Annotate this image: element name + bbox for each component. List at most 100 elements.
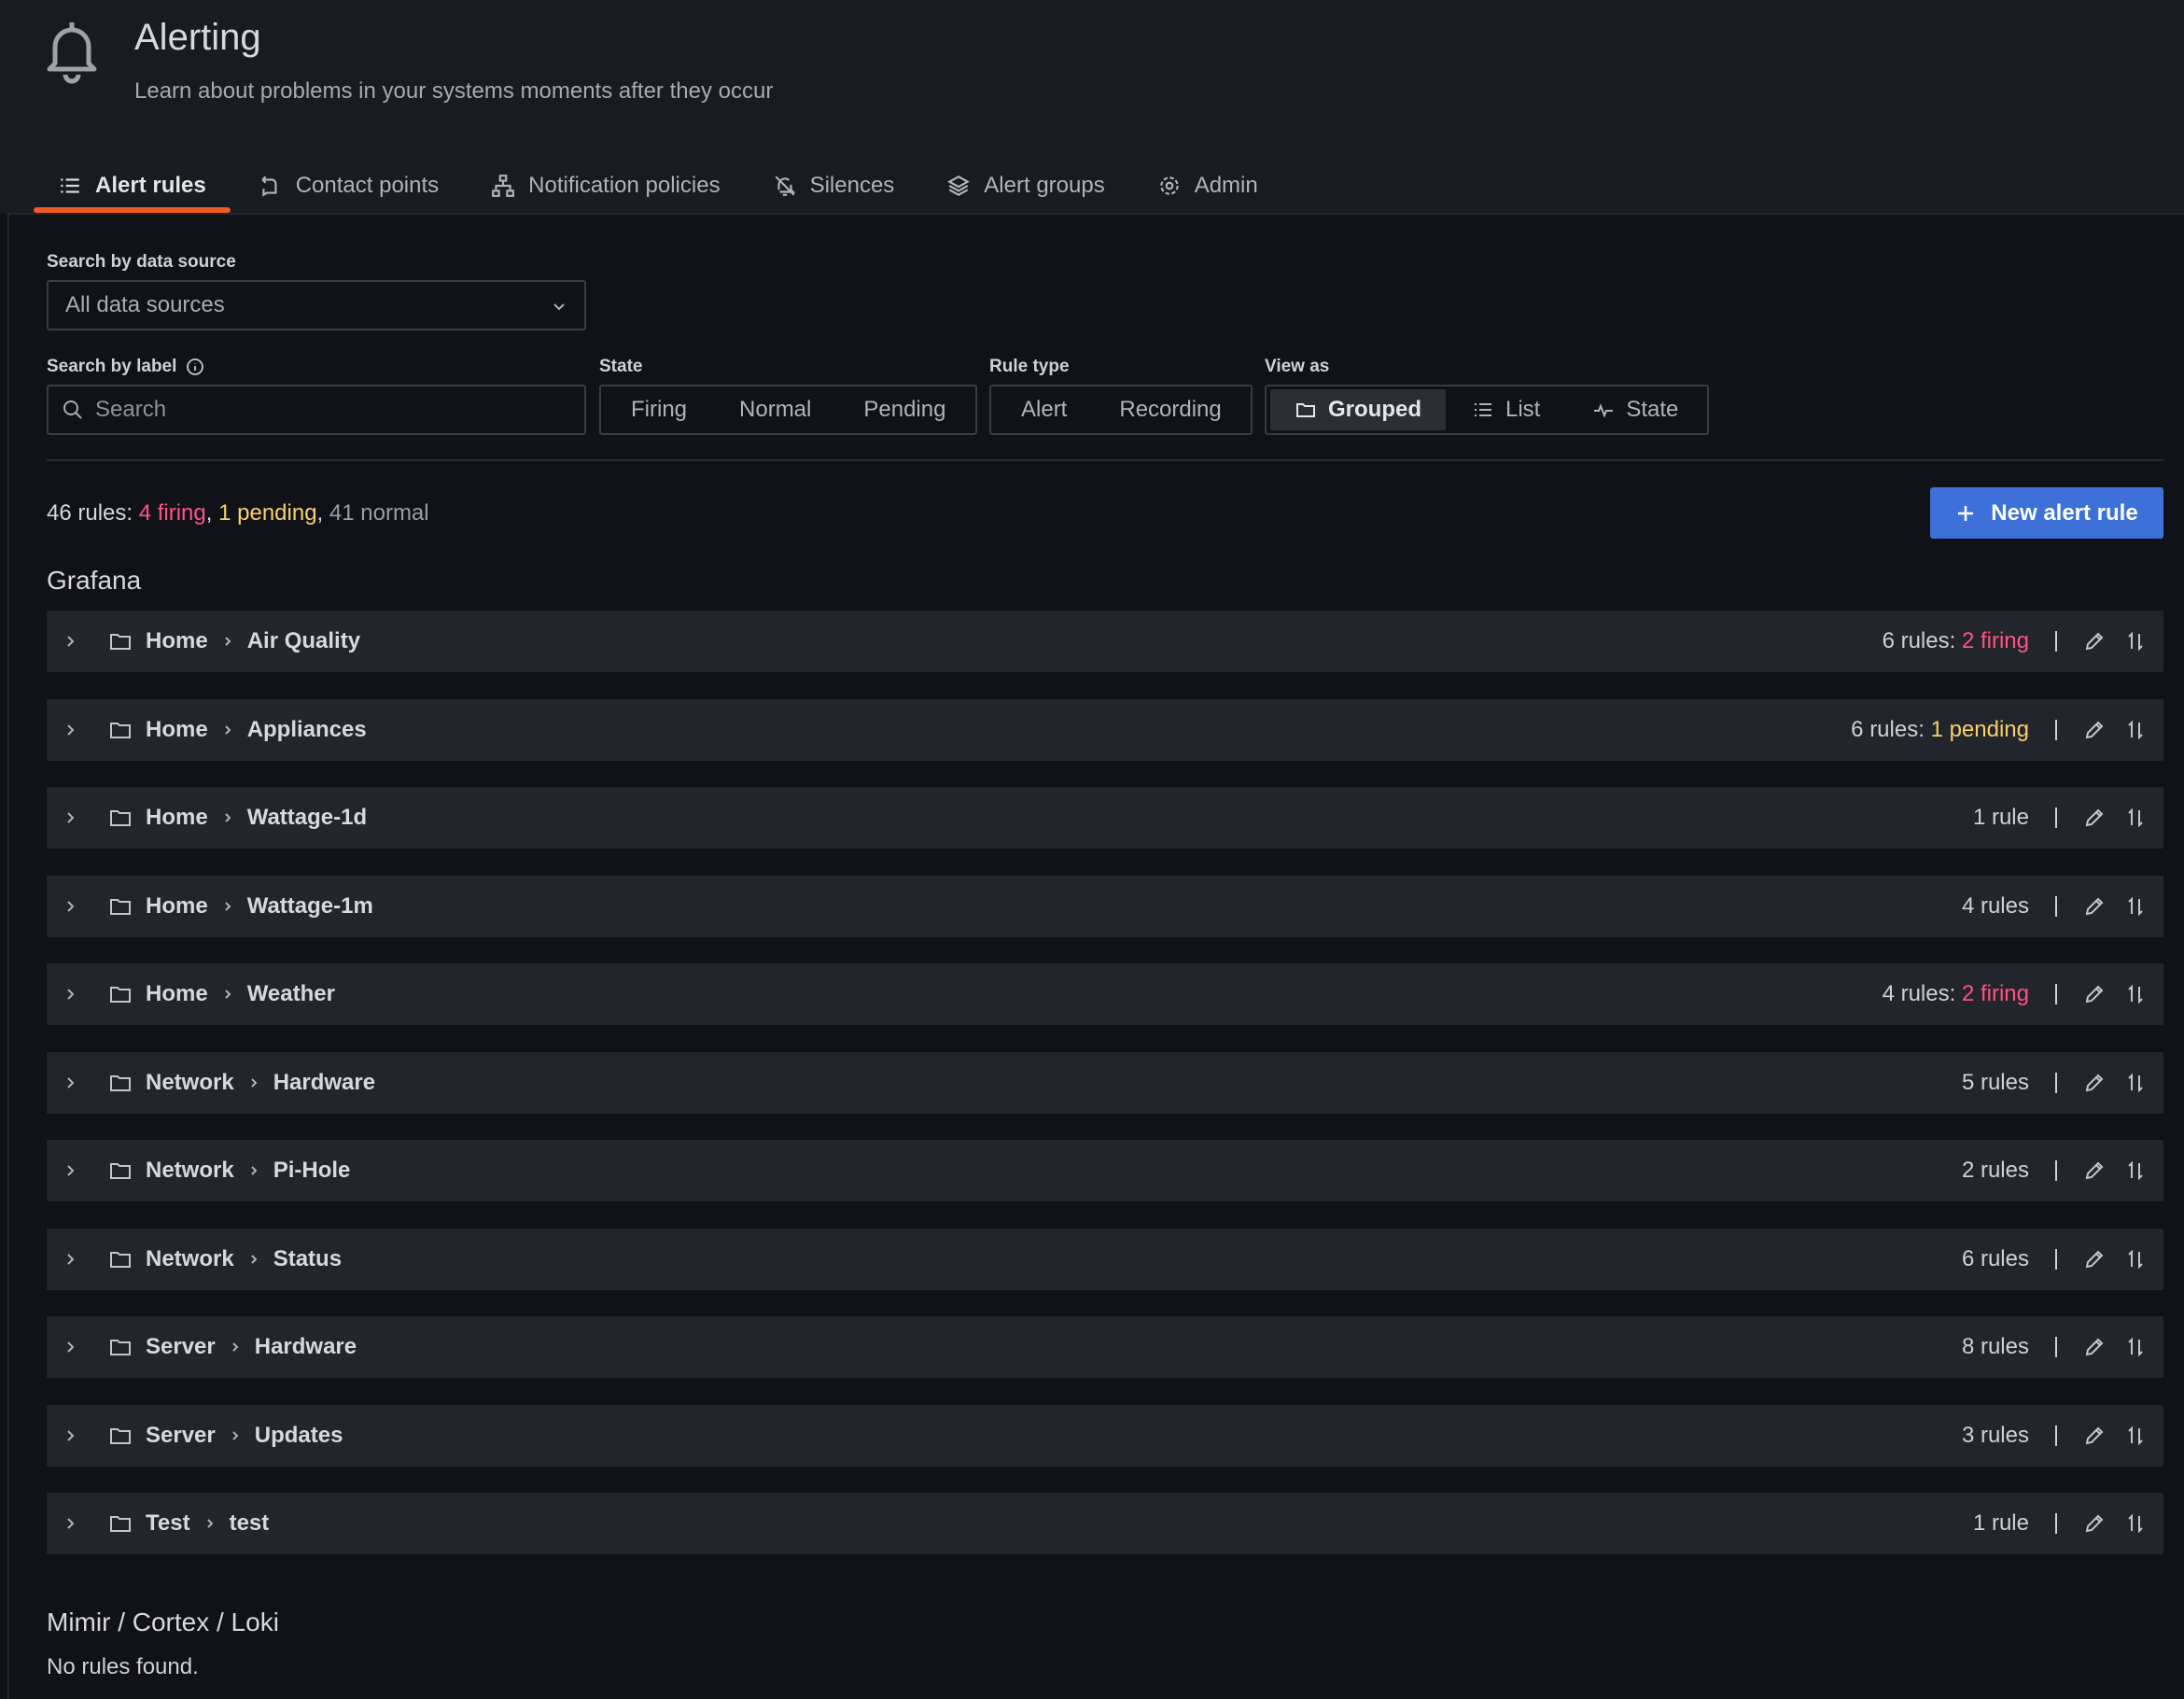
pen-icon[interactable]: [2083, 1512, 2106, 1535]
rule-group-row[interactable]: Network Pi-Hole 2 rules: [47, 1140, 2163, 1201]
group-stats: 4 rules : 2 firing: [1883, 963, 2147, 1025]
rule-group-row[interactable]: Home Wattage-1d 1 rule: [47, 787, 2163, 849]
chevron-right-icon[interactable]: [62, 1515, 78, 1532]
chevron-right-icon[interactable]: [62, 633, 78, 650]
rule-group-row[interactable]: Test test 1 rule: [47, 1493, 2163, 1554]
angle-right-icon: [224, 724, 231, 735]
sort-arrows-icon[interactable]: [2124, 1248, 2147, 1271]
bell-slash-icon: [775, 176, 795, 196]
state-normal-button[interactable]: Normal: [713, 389, 837, 430]
sort-arrows-icon[interactable]: [2124, 1336, 2147, 1358]
summary-normal: 41 normal: [329, 500, 429, 526]
tab-silences[interactable]: Silences: [747, 159, 921, 213]
state-pending-button[interactable]: Pending: [837, 389, 972, 430]
chevron-right-icon[interactable]: [62, 1339, 78, 1355]
sort-arrows-icon[interactable]: [2124, 1072, 2147, 1094]
datasource-value: All data sources: [65, 292, 225, 317]
tab-notification-policies[interactable]: Notification policies: [465, 159, 746, 213]
state-firing-button[interactable]: Firing: [605, 389, 713, 430]
new-alert-rule-button[interactable]: New alert rule: [1930, 487, 2163, 539]
pen-icon[interactable]: [2083, 983, 2106, 1005]
rule-group-row[interactable]: Home Air Quality 6 rules : 2 firing: [47, 611, 2163, 672]
viewas-label: View as: [1265, 357, 1330, 376]
group-name: Status: [273, 1245, 343, 1271]
tab-admin[interactable]: Admin: [1131, 159, 1284, 213]
viewas-grouped-button[interactable]: Grouped: [1270, 389, 1446, 430]
angle-right-icon: [232, 1430, 239, 1440]
rule-group-row[interactable]: Server Updates 3 rules: [47, 1404, 2163, 1467]
label-search-input[interactable]: Search: [47, 385, 586, 435]
chevron-right-icon[interactable]: [62, 898, 78, 915]
sort-arrows-icon[interactable]: [2124, 895, 2147, 918]
tab-alert-groups[interactable]: Alert groups: [920, 159, 1130, 213]
tab-alert-rules[interactable]: Alert rules: [32, 159, 232, 213]
ruletype-filter: Alert Recording: [989, 385, 1253, 435]
chevron-right-icon[interactable]: [62, 1427, 78, 1444]
pen-icon[interactable]: [2083, 807, 2106, 829]
group-status: 2 firing: [1961, 628, 2029, 653]
rule-group-row[interactable]: Network Hardware 5 rules: [47, 1051, 2163, 1114]
pen-icon[interactable]: [2083, 1159, 2106, 1182]
viewas-list-button[interactable]: List: [1446, 389, 1566, 430]
group-stats: 8 rules: [1962, 1316, 2147, 1378]
sort-arrows-icon[interactable]: [2124, 983, 2147, 1005]
datasource-select[interactable]: All data sources: [47, 280, 586, 330]
chevron-right-icon[interactable]: [62, 722, 78, 738]
group-path: Network Status: [146, 1229, 342, 1290]
group-rule-count: 5 rules: [1961, 1069, 2029, 1095]
rule-group-row[interactable]: Home Weather 4 rules : 2 firing: [47, 963, 2163, 1025]
group-rule-count: 6 rules: [1851, 716, 1919, 742]
group-rule-count: 8 rules: [1961, 1334, 2029, 1359]
chevron-right-icon[interactable]: [62, 1162, 78, 1179]
sort-arrows-icon[interactable]: [2124, 719, 2147, 741]
group-path: Home Appliances: [146, 699, 367, 761]
group-path: Home Wattage-1m: [146, 876, 373, 937]
sort-arrows-icon[interactable]: [2124, 630, 2147, 653]
pen-icon[interactable]: [2083, 1248, 2106, 1271]
info-circle-icon[interactable]: [186, 358, 204, 376]
rules-summary: 46 rules: 4 firing, 1 pending, 41 normal: [47, 500, 429, 527]
folder-icon: [110, 1427, 131, 1444]
pen-icon[interactable]: [2083, 1425, 2106, 1447]
folder-icon: [110, 1340, 131, 1355]
viewas-state-button[interactable]: State: [1566, 389, 1704, 430]
group-name: Updates: [254, 1422, 343, 1448]
chevron-right-icon[interactable]: [62, 809, 78, 826]
angle-right-icon: [224, 901, 231, 911]
rule-group-row[interactable]: Network Status 6 rules: [47, 1228, 2163, 1290]
folder-icon: [1296, 403, 1315, 417]
ruletype-recording-button[interactable]: Recording: [1093, 389, 1247, 430]
group-namespace: Network: [146, 1245, 234, 1271]
pen-icon[interactable]: [2083, 719, 2106, 741]
sort-arrows-icon[interactable]: [2124, 1425, 2147, 1447]
rule-group-row[interactable]: Server Hardware 8 rules: [47, 1316, 2163, 1378]
page-header: Alerting Learn about problems in your sy…: [0, 0, 2184, 213]
rule-group-row[interactable]: Home Appliances 6 rules : 1 pending: [47, 698, 2163, 761]
angle-right-icon: [232, 1342, 239, 1352]
pen-icon[interactable]: [2083, 1072, 2106, 1094]
tab-label: Alert groups: [984, 173, 1105, 198]
folder-icon: [110, 634, 131, 650]
pen-icon[interactable]: [2083, 630, 2106, 653]
sitemap-icon: [492, 175, 515, 197]
summary-firing: 4 firing: [138, 500, 206, 526]
chevron-right-icon[interactable]: [62, 986, 78, 1003]
group-path: Home Weather: [146, 963, 335, 1025]
sort-arrows-icon[interactable]: [2124, 1159, 2147, 1182]
chevron-right-icon[interactable]: [62, 1074, 78, 1091]
group-name: Wattage-1d: [246, 805, 368, 830]
group-name: Appliances: [246, 716, 367, 742]
pen-icon[interactable]: [2083, 895, 2106, 918]
group-name: test: [229, 1510, 270, 1536]
rule-group-row[interactable]: Home Wattage-1m 4 rules: [47, 875, 2163, 937]
sort-arrows-icon[interactable]: [2124, 1512, 2147, 1535]
sort-arrows-icon[interactable]: [2124, 807, 2147, 829]
pen-icon[interactable]: [2083, 1336, 2106, 1358]
group-divider: [2055, 1425, 2057, 1446]
group-stats: 6 rules : 1 pending: [1851, 699, 2147, 761]
group-stats: 1 rule: [1973, 1493, 2147, 1554]
tab-contact-points[interactable]: Contact points: [232, 159, 465, 213]
group-namespace: Network: [146, 1158, 234, 1183]
ruletype-alert-button[interactable]: Alert: [995, 389, 1093, 430]
chevron-right-icon[interactable]: [62, 1251, 78, 1268]
